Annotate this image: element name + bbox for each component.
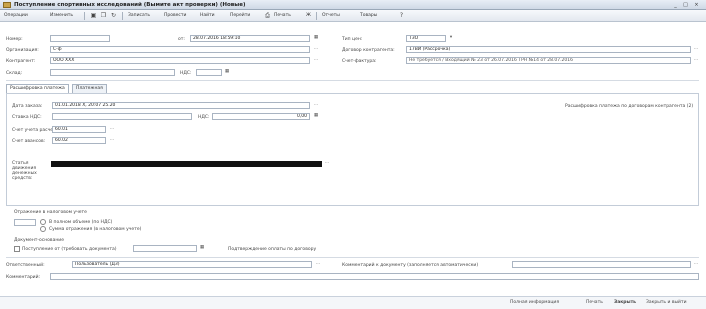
toolbar-reports[interactable]: Отчеты: [322, 12, 340, 20]
toolbar: Операции Изменить ▣ ❐ ↻ Записать Провест…: [0, 10, 706, 22]
toolbar-separator: [122, 12, 123, 20]
number-label: Номер:: [6, 37, 23, 42]
number-field[interactable]: [50, 35, 110, 42]
basis-document-field[interactable]: [133, 245, 197, 252]
date-field[interactable]: 28.07.2016 18:59:10: [190, 35, 310, 42]
toolbar-print[interactable]: Печать: [274, 12, 291, 20]
date-label: от:: [178, 37, 185, 42]
advance-account-label: Счет авансов:: [12, 139, 46, 144]
organization-label: Организация:: [6, 48, 39, 53]
status-bar: Полная информация Печать Закрыть Закрыть…: [0, 296, 706, 309]
close-button[interactable]: ×: [693, 2, 700, 8]
copy-icon[interactable]: ❐: [100, 12, 107, 19]
cash-flow-field[interactable]: [51, 161, 322, 167]
cash-flow-label: Статья движения денежных средств:: [12, 161, 37, 181]
basis-select-button[interactable]: ▦: [198, 245, 206, 252]
vat-rate-label: Ставка НДС:: [12, 115, 42, 120]
app-icon: [3, 2, 11, 8]
warehouse-select-button[interactable]: ▦: [223, 69, 231, 76]
vat-amount-label: НДС:: [198, 115, 210, 120]
tax-section-title: Отражение в налоговом учете: [14, 210, 87, 215]
toolbar-find[interactable]: Найти: [200, 12, 215, 20]
tax-amount-field[interactable]: [14, 219, 36, 226]
document-comment-select-button[interactable]: ...: [692, 261, 700, 268]
contract-select-button[interactable]: ...: [692, 46, 700, 53]
order-date-select-button[interactable]: ...: [312, 102, 320, 109]
window-title: Поступление спортивных исследований (Вым…: [14, 2, 246, 8]
responsible-field[interactable]: Пользователь (ДЗ): [72, 261, 312, 268]
toolbar-post[interactable]: Провести: [164, 12, 186, 20]
tax-option-full-radio[interactable]: [40, 219, 46, 225]
tax-option-sum-radio[interactable]: [40, 226, 46, 232]
tax-option-full-label: В полном объеме (по НДС): [49, 220, 113, 225]
toolbar-operations[interactable]: Операции: [4, 12, 28, 20]
tab-payment-breakdown[interactable]: Расшифровка платежа: [6, 84, 69, 93]
close-exit-button[interactable]: Закрыть и выйти: [646, 300, 687, 305]
document-comment-field[interactable]: [512, 261, 691, 268]
contract-field[interactable]: 17ВИ (Рассрочка): [406, 46, 691, 53]
invoice-link[interactable]: Не требуется / Входящий № 23 от 26.07.20…: [406, 57, 691, 64]
refresh-icon[interactable]: ↻: [110, 12, 117, 19]
price-type-field[interactable]: ТЗО: [406, 35, 446, 42]
print-icon[interactable]: ⎙: [264, 12, 271, 19]
title-bar: Поступление спортивных исследований (Вым…: [0, 0, 706, 10]
ok-button[interactable]: Закрыть: [614, 300, 636, 305]
vat-rate-field[interactable]: [52, 113, 192, 120]
vat-amount-field[interactable]: 0,00: [212, 113, 310, 120]
responsible-select-button[interactable]: ...: [314, 261, 322, 268]
settlement-account-select-button[interactable]: ...: [108, 126, 116, 133]
document-comment-note: Комментарий к документу (заполняется авт…: [342, 263, 479, 268]
basis-checkbox-label: Поступление от (требовать документа): [22, 247, 117, 252]
minimize-button[interactable]: _: [672, 2, 679, 8]
payment-confirmation-note: Подтверждение оплаты по договору: [228, 247, 317, 252]
order-date-field[interactable]: 01.01.2018 Х, 20:07 25.20: [52, 102, 310, 109]
help-icon[interactable]: ?: [398, 12, 405, 19]
tax-option-sum-label: Сумма отражения (в налоговом учете): [49, 227, 142, 232]
toolbar-edit[interactable]: Изменить: [50, 12, 73, 20]
toolbar-j[interactable]: Ж: [306, 12, 311, 20]
calculator-icon[interactable]: ▦: [312, 113, 320, 120]
counterparty-select-button[interactable]: ...: [312, 57, 320, 64]
settlement-account-field[interactable]: 60.01: [52, 126, 106, 133]
cash-flow-select-button[interactable]: ...: [323, 160, 331, 167]
toolbar-save[interactable]: Записать: [128, 12, 150, 20]
tab-panel: [6, 93, 699, 206]
comment-field[interactable]: [50, 273, 699, 280]
counterparty-field[interactable]: ООО ХХХ: [50, 57, 310, 64]
counterparty-label: Контрагент:: [6, 59, 36, 64]
basis-section-title: Документ-основание: [14, 238, 64, 243]
advance-account-field[interactable]: 60.02: [52, 137, 106, 144]
toolbar-goods[interactable]: Товары: [360, 12, 377, 20]
basis-checkbox[interactable]: [14, 246, 20, 252]
full-info-button[interactable]: Полная информация: [510, 300, 559, 305]
save-icon[interactable]: ▣: [90, 12, 97, 19]
chevron-down-icon[interactable]: ▾: [447, 35, 455, 42]
invoice-select-button[interactable]: ...: [692, 57, 700, 64]
invoice-label: Счет-фактура:: [342, 59, 377, 64]
tab-payment[interactable]: Платежная: [72, 84, 107, 93]
order-date-label: Дата заказа:: [12, 104, 43, 109]
divider: [6, 80, 699, 81]
responsible-label: Ответственный:: [6, 263, 45, 268]
divider: [6, 257, 699, 258]
warehouse-field[interactable]: [50, 69, 175, 76]
organization-select-button[interactable]: ...: [312, 46, 320, 53]
toolbar-separator: [316, 12, 317, 20]
calendar-icon[interactable]: ▦: [312, 35, 320, 42]
organization-field[interactable]: С-ф: [50, 46, 310, 53]
contract-label: Договор контрагента:: [342, 48, 395, 53]
breakdown-note: Расшифровка платежа по договорам контраг…: [565, 104, 694, 109]
price-type-label: Тип цен:: [342, 37, 363, 42]
comment-label: Комментарий:: [6, 275, 41, 280]
warehouse-vat-label: НДС:: [180, 71, 192, 76]
toolbar-goto[interactable]: Перейти: [230, 12, 250, 20]
maximize-button[interactable]: □: [682, 2, 689, 8]
toolbar-separator: [84, 12, 85, 20]
advance-account-select-button[interactable]: ...: [108, 137, 116, 144]
print-button[interactable]: Печать: [586, 300, 603, 305]
warehouse-label: Склад:: [6, 71, 23, 76]
warehouse-vat-field[interactable]: [196, 69, 222, 76]
